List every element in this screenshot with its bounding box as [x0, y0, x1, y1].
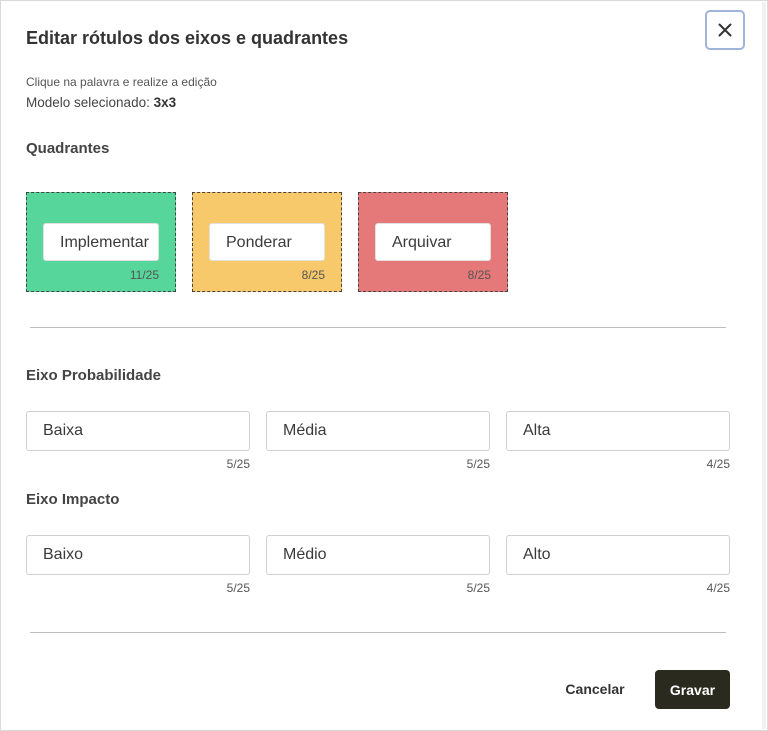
dialog-title: Editar rótulos dos eixos e quadrantes	[26, 28, 349, 48]
impact-field-3[interactable]: Alto	[506, 535, 730, 575]
quadrants-label: Quadrantes	[26, 140, 110, 157]
quadrant-3: Arquivar 8/25	[358, 192, 508, 292]
quadrant-2-input[interactable]: Ponderar	[209, 223, 325, 261]
divider	[30, 327, 726, 328]
close-icon	[718, 23, 732, 37]
quadrant-3-input[interactable]: Arquivar	[375, 223, 491, 261]
probability-field-1-count: 5/25	[226, 457, 250, 471]
quadrant-1-count: 11/25	[129, 268, 159, 282]
impact-field-2-count: 5/25	[466, 581, 490, 595]
scrollbar[interactable]	[762, 2, 766, 729]
probability-field-2[interactable]: Média	[266, 411, 490, 451]
probability-field-3[interactable]: Alta	[506, 411, 730, 451]
quadrant-1: Implementar 11/25	[26, 192, 176, 292]
edit-labels-dialog: Editar rótulos dos eixos e quadrantes Cl…	[0, 0, 768, 731]
impact-axis-label: Eixo Impacto	[26, 491, 120, 508]
probability-field-2-count: 5/25	[466, 457, 490, 471]
probability-field-1[interactable]: Baixa	[26, 411, 250, 451]
quadrant-2-count: 8/25	[301, 268, 325, 282]
quadrant-3-count: 8/25	[467, 268, 491, 282]
divider	[30, 632, 726, 633]
quadrant-1-input[interactable]: Implementar	[43, 223, 159, 261]
impact-field-1-count: 5/25	[226, 581, 250, 595]
probability-axis-label: Eixo Probabilidade	[26, 367, 162, 384]
impact-field-1[interactable]: Baixo	[26, 535, 250, 575]
impact-field-3-count: 4/25	[706, 581, 730, 595]
edit-hint: Clique na palavra e realize a edição	[26, 75, 217, 89]
cancel-button[interactable]: Cancelar	[556, 670, 634, 708]
save-button[interactable]: Gravar	[655, 670, 730, 709]
impact-field-2[interactable]: Médio	[266, 535, 490, 575]
selected-model: Modelo selecionado: 3x3	[26, 95, 176, 110]
model-label: Modelo selecionado:	[26, 95, 150, 110]
model-value: 3x3	[153, 95, 177, 110]
close-button[interactable]	[705, 10, 745, 50]
quadrant-2: Ponderar 8/25	[192, 192, 342, 292]
probability-field-3-count: 4/25	[706, 457, 730, 471]
